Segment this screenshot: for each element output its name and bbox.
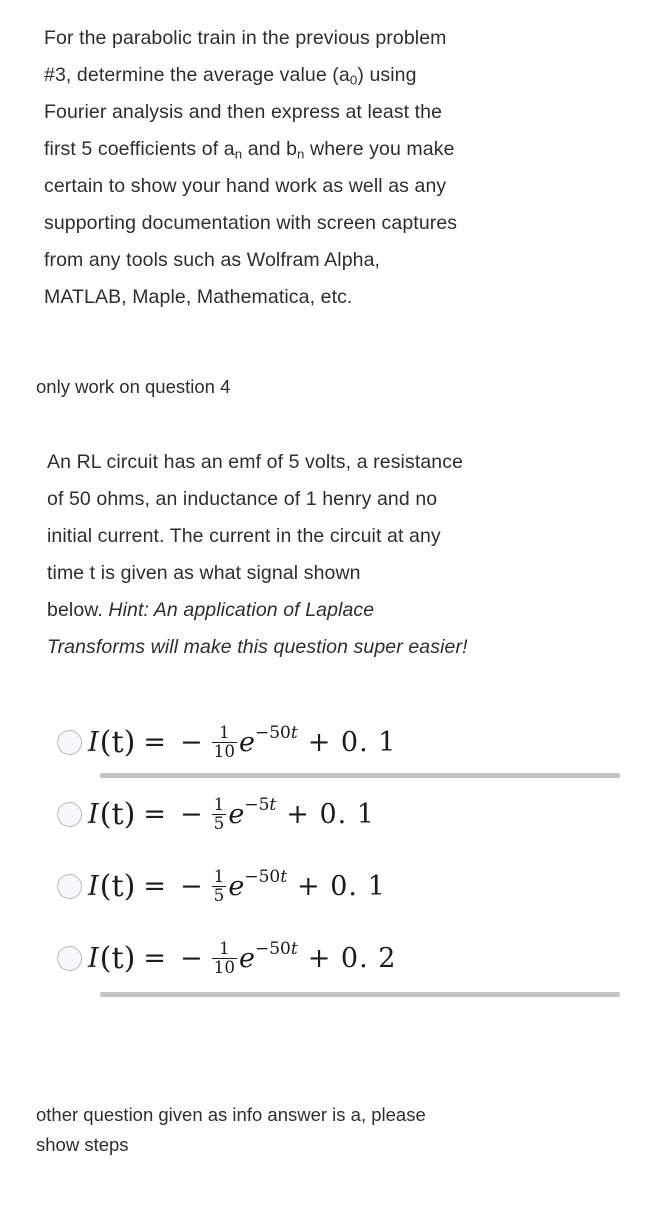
formula-a-tail: + 0. 1	[307, 726, 397, 758]
problem-line-2b: ) using	[357, 64, 417, 86]
formula-c-exp-sign: −	[244, 866, 259, 887]
formula-a-sign: −	[180, 726, 203, 758]
problem-line-2a: #3, determine the average value (a	[44, 64, 350, 86]
option-divider-d	[100, 992, 620, 997]
radio-button-icon-c[interactable]	[57, 873, 82, 899]
formula-c-fraction: 1 5	[211, 865, 227, 905]
formula-b-exp-coefficient: 5	[258, 794, 270, 815]
formula-d-exp-base: e	[238, 942, 255, 974]
instruction-note-top: only work on question 4	[36, 376, 231, 397]
radio-button-icon-a[interactable]	[57, 729, 82, 755]
formula-a-exponent: −50t	[255, 723, 298, 743]
formula-b-numerator: 1	[213, 793, 225, 814]
answer-option-b[interactable]: I (t) = − 1 5 e −5t + 0. 1	[0, 778, 648, 850]
problem-line-4c: where you make	[304, 138, 455, 160]
formula-b-denominator: 5	[211, 812, 227, 833]
formula-a-lhs: I	[88, 726, 99, 758]
formula-d-arg: (t)	[99, 940, 136, 976]
answer-option-a[interactable]: I (t) = − 1 10 e −50t + 0. 1	[0, 706, 648, 778]
answer-formula-c: I (t) = − 1 5 e −50t + 0. 1	[88, 865, 386, 905]
problem-line-4a: first 5 coefficients of a	[44, 138, 235, 160]
formula-b-lhs: I	[88, 798, 99, 830]
formula-d-exp-variable: t	[290, 938, 298, 959]
answer-formula-b: I (t) = − 1 5 e −5t + 0. 1	[88, 793, 375, 833]
b-n-subscript: n	[297, 146, 305, 162]
formula-b-equals: =	[143, 798, 167, 830]
formula-a-exp-base: e	[238, 726, 255, 758]
formula-c-exp-coefficient: 50	[258, 866, 281, 887]
formula-d-exponent: −50t	[255, 939, 298, 959]
formula-c-lhs: I	[88, 870, 99, 902]
formula-c-arg: (t)	[99, 868, 136, 904]
formula-c-exp-base: e	[228, 870, 245, 902]
formula-c-exponent: −50t	[244, 867, 287, 887]
formula-d-lhs: I	[88, 942, 99, 974]
question-page: For the parabolic train in the previous …	[0, 0, 648, 1212]
formula-d-sign: −	[180, 942, 203, 974]
bottom-note-line-1: other question given as info answer is a…	[36, 1104, 426, 1125]
formula-a-numerator: 1	[218, 721, 230, 742]
formula-a-exp-coefficient: 50	[269, 722, 291, 743]
formula-d-fraction: 1 10	[211, 937, 237, 977]
formula-a-denominator: 10	[211, 740, 237, 761]
formula-c-equals: =	[143, 870, 167, 902]
answer-formula-a: I (t) = − 1 10 e −50t + 0. 1	[88, 721, 397, 761]
rl-line-3: initial current. The current in the circ…	[47, 525, 441, 547]
rl-line-4: time t is given as what signal shown	[47, 562, 361, 584]
rl-hint-line-1: Hint: An application of Laplace	[108, 599, 375, 621]
problem-line-1: For the parabolic train in the previous …	[44, 27, 447, 49]
formula-a-equals: =	[143, 726, 167, 758]
problem-line-3: Fourier analysis and then express at lea…	[44, 101, 443, 123]
formula-b-exp-base: e	[228, 798, 245, 830]
rl-line-5-plain: below.	[47, 599, 109, 621]
answer-option-d[interactable]: I (t) = − 1 10 e −50t + 0. 2	[0, 922, 648, 997]
radio-button-icon-b[interactable]	[57, 801, 82, 827]
formula-a-exp-sign: −	[254, 722, 270, 743]
formula-b-arg: (t)	[99, 796, 136, 832]
rl-hint-line-2: Transforms will make this question super…	[47, 636, 468, 658]
formula-c-tail: + 0. 1	[297, 870, 386, 902]
formula-d-tail: + 0. 2	[307, 942, 397, 974]
answer-formula-d: I (t) = − 1 10 e −50t + 0. 2	[88, 937, 397, 977]
radio-button-icon-d[interactable]	[57, 945, 82, 971]
formula-b-tail: + 0. 1	[286, 798, 375, 830]
formula-d-numerator: 1	[218, 937, 230, 958]
problem-statement-paragraph: For the parabolic train in the previous …	[44, 20, 616, 316]
formula-d-exp-sign: −	[254, 938, 270, 959]
formula-d-exp-coefficient: 50	[269, 938, 291, 959]
formula-b-exp-sign: −	[244, 794, 259, 815]
formula-d-equals: =	[143, 942, 167, 974]
instruction-note-bottom: other question given as info answer is a…	[36, 1100, 616, 1160]
formula-b-exp-variable: t	[269, 794, 277, 815]
formula-d-denominator: 10	[211, 956, 237, 977]
formula-c-exp-variable: t	[280, 866, 288, 887]
answer-option-c[interactable]: I (t) = − 1 5 e −50t + 0. 1	[0, 850, 648, 922]
formula-b-exponent: −5t	[244, 795, 276, 815]
problem-line-4b: and b	[242, 138, 298, 160]
formula-a-fraction: 1 10	[211, 721, 237, 761]
bottom-note-line-2: show steps	[36, 1134, 129, 1155]
problem-line-8: MATLAB, Maple, Mathematica, etc.	[44, 286, 353, 308]
formula-a-exp-variable: t	[290, 722, 298, 743]
formula-c-sign: −	[180, 870, 203, 902]
problem-line-6: supporting documentation with screen cap…	[44, 212, 458, 234]
rl-circuit-question: An RL circuit has an emf of 5 volts, a r…	[47, 444, 617, 666]
formula-b-fraction: 1 5	[211, 793, 227, 833]
problem-line-5: certain to show your hand work as well a…	[44, 175, 447, 197]
formula-b-sign: −	[180, 798, 203, 830]
formula-c-denominator: 5	[211, 884, 227, 905]
answer-options-list: I(t) = − 1 10 e−50t + 0. 1 I(t) = − 1	[0, 706, 648, 997]
rl-line-1: An RL circuit has an emf of 5 volts, a r…	[47, 451, 464, 473]
formula-c-numerator: 1	[213, 865, 225, 886]
rl-line-2: of 50 ohms, an inductance of 1 henry and…	[47, 488, 438, 510]
formula-a-arg: (t)	[99, 724, 136, 760]
problem-line-7: from any tools such as Wolfram Alpha,	[44, 249, 381, 271]
